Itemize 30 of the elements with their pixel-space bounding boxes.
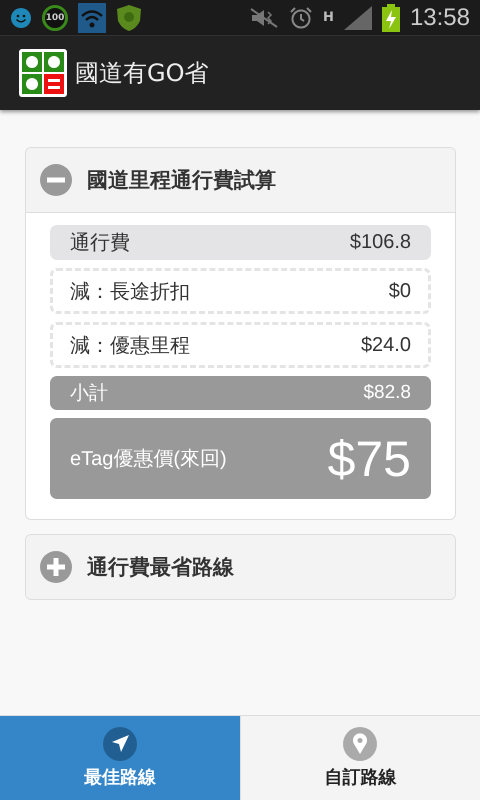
row-label: 通行費 (70, 231, 130, 256)
row-label: 小計 (70, 382, 108, 406)
wifi-icon (78, 2, 106, 32)
nav-tab[interactable]: 自訂路線 (240, 716, 480, 800)
row-label: eTag優惠價(來回) (70, 447, 227, 472)
app-title: 國道有GO省 (75, 58, 208, 89)
shield-icon (116, 4, 142, 32)
section-title: 通行費最省路線 (87, 554, 234, 581)
network-type-indicator: H (323, 10, 334, 25)
clock: 13:58 (410, 4, 470, 32)
mute-icon (249, 6, 280, 28)
expand-icon (40, 551, 72, 583)
row-value: $75 (328, 430, 411, 488)
section-header[interactable]: 通行費最省路線 (26, 535, 455, 599)
smiley-icon (10, 6, 32, 28)
row-value: $24.0 (360, 334, 411, 356)
battery-level-badge: 100 (42, 4, 68, 30)
section-header[interactable]: 國道里程通行費試算 (26, 148, 455, 213)
row-label: 減：優惠里程 (70, 334, 190, 358)
nav-tab[interactable]: 最佳路線 (0, 716, 240, 800)
row-label: 減：長途折扣 (70, 280, 190, 304)
alarm-icon (289, 6, 314, 30)
row-value: $106.8 (350, 231, 411, 254)
row-value: $82.8 (363, 382, 411, 404)
collapse-icon (40, 164, 72, 196)
signal-icon (344, 6, 372, 30)
map-pin-icon (343, 727, 378, 761)
row-value: $0 (388, 280, 411, 302)
app-logo-icon (19, 49, 67, 97)
section-title: 國道里程通行費試算 (87, 167, 276, 194)
